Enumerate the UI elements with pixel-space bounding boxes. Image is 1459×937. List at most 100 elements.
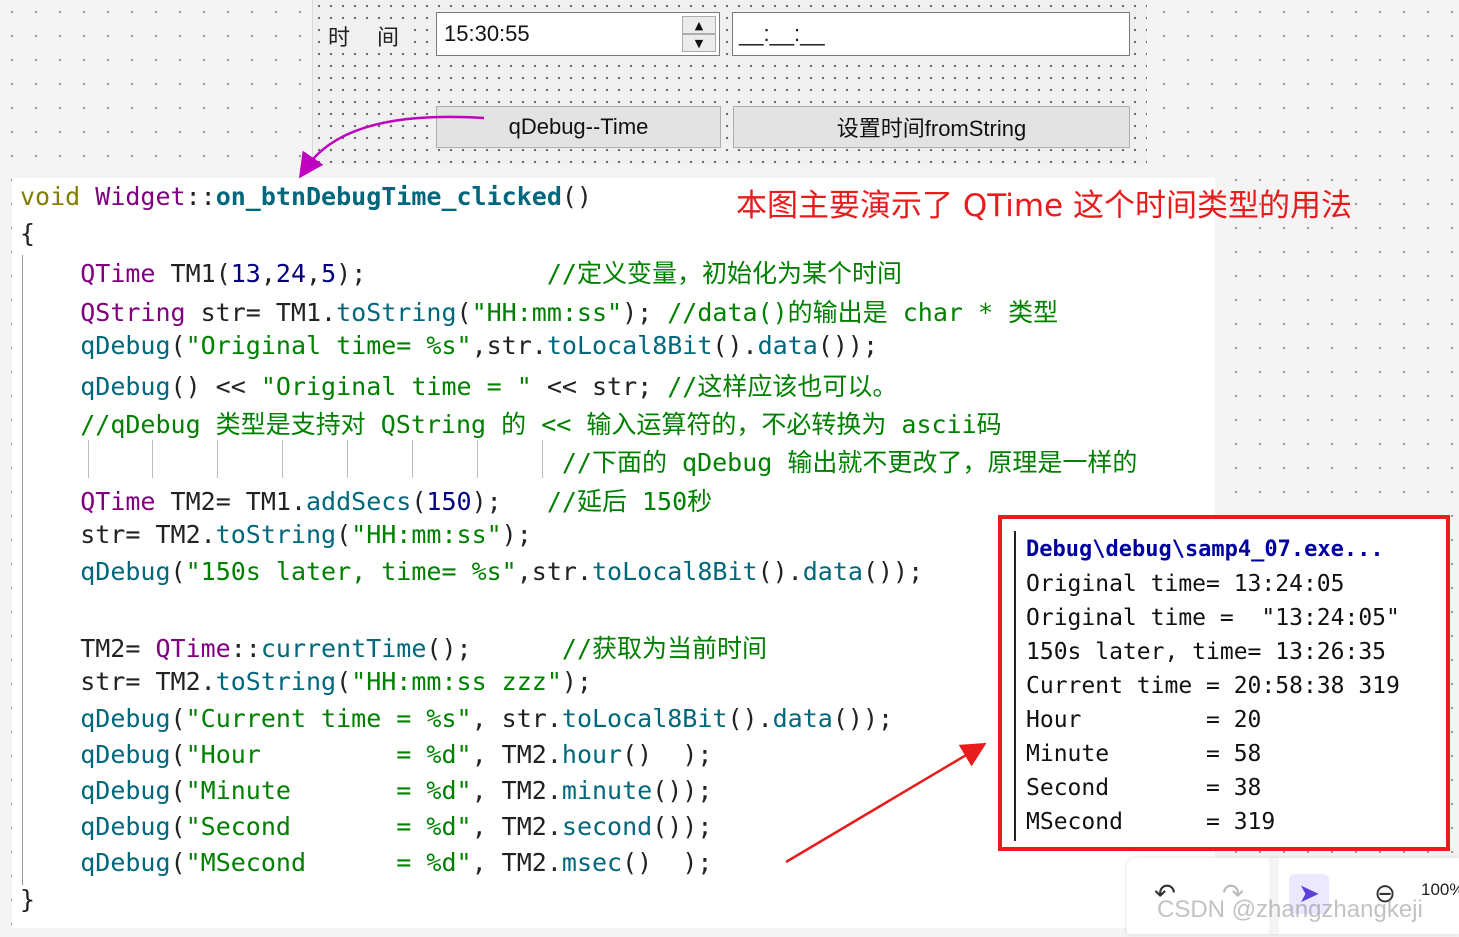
code-token: str= TM2. xyxy=(20,520,216,549)
code-token: , xyxy=(306,259,322,288)
code-token: qDebug xyxy=(80,776,171,805)
code-token: second xyxy=(561,812,653,841)
time-label: 时 间 xyxy=(328,20,409,52)
code-token: msec xyxy=(561,848,623,877)
code-token: 5 xyxy=(321,259,337,288)
code-token: (). xyxy=(712,331,758,360)
code-token: "Original time = " xyxy=(260,372,532,401)
code-token: ); xyxy=(501,520,532,549)
code-token: str= TM2. xyxy=(20,667,216,696)
code-line: QString str= TM1.toString("HH:mm:ss"); /… xyxy=(20,293,1058,329)
code-token: ( xyxy=(170,776,186,805)
console-line: Current time = 20:58:38 319 xyxy=(1026,673,1400,699)
code-token: , TM2. xyxy=(471,740,562,769)
code-token: QTime xyxy=(155,634,231,663)
spin-up-icon[interactable]: ▲ xyxy=(682,16,716,34)
code-token: () ); xyxy=(622,848,713,877)
code-token: toLocal8Bit xyxy=(546,331,713,360)
code-token: ( xyxy=(170,331,186,360)
code-token: on_btnDebugTime_clicked xyxy=(215,182,562,211)
code-token: QTime xyxy=(80,487,156,516)
code-line: QTime TM2= TM1.addSecs(150); //延后 150秒 xyxy=(20,482,712,518)
code-token: data xyxy=(772,704,833,733)
code-token: () ); xyxy=(622,740,713,769)
code-token: "150s later, time= %s" xyxy=(185,557,517,586)
code-line: qDebug("Original time= %s",str.toLocal8B… xyxy=(20,331,878,360)
code-token: 150 xyxy=(426,487,472,516)
code-line: //下面的 qDebug 输出就不更改了，原理是一样的 xyxy=(20,443,1138,479)
debug-time-button[interactable]: qDebug--Time xyxy=(436,106,721,148)
code-token: minute xyxy=(561,776,653,805)
annotation-note: 本图主要演示了 QTime 这个时间类型的用法 xyxy=(736,188,1352,224)
code-token: , str. xyxy=(471,704,562,733)
code-token: ()); xyxy=(652,776,713,805)
time-mask-value[interactable]: __:__:__ xyxy=(739,21,825,47)
code-token: (). xyxy=(757,557,803,586)
code-token: hour xyxy=(561,740,623,769)
code-token: ()); xyxy=(817,331,879,360)
code-token: str= TM1. xyxy=(185,298,337,327)
code-token: currentTime xyxy=(260,634,427,663)
console-line: Original time= 13:24:05 xyxy=(1026,571,1345,597)
code-token: "HH:mm:ss zzz" xyxy=(351,667,562,696)
code-token: toLocal8Bit xyxy=(592,557,758,586)
code-token: , xyxy=(260,259,276,288)
code-token: ( xyxy=(456,298,472,327)
code-token: ); xyxy=(471,487,547,516)
code-line: //qDebug 类型是支持对 QString 的 << 输入运算符的，不必转换… xyxy=(20,405,1002,441)
code-line: qDebug() << "Original time = " << str; /… xyxy=(20,367,897,403)
code-token: { xyxy=(20,219,36,248)
watermark: CSDN @zhangzhangkeji xyxy=(1157,896,1423,923)
set-time-from-string-button[interactable]: 设置时间fromString xyxy=(733,106,1130,148)
code-token: 24 xyxy=(275,259,307,288)
code-line: str= TM2.toString("HH:mm:ss"); xyxy=(20,520,532,549)
code-token: , TM2. xyxy=(471,848,562,877)
code-token: toLocal8Bit xyxy=(561,704,728,733)
code-token: qDebug xyxy=(80,848,171,877)
code-line: { xyxy=(20,219,35,248)
code-token: (). xyxy=(727,704,773,733)
code-token: "MSecond = %d" xyxy=(185,848,472,877)
code-token: ()); xyxy=(652,812,713,841)
code-line: qDebug("Current time = %s", str.toLocal8… xyxy=(20,704,893,733)
code-line: qDebug("MSecond = %d", TM2.msec() ); xyxy=(20,848,712,877)
code-token: TM2= TM1. xyxy=(155,487,306,516)
code-token: ( xyxy=(170,812,186,841)
code-line: qDebug("Minute = %d", TM2.minute()); xyxy=(20,776,712,805)
time-spinbox-value[interactable]: 15:30:55 xyxy=(444,21,530,47)
code-token: << str; xyxy=(531,372,668,401)
code-token: , TM2. xyxy=(471,776,562,805)
console-title: Debug\debug\samp4_07.exe... xyxy=(1026,537,1384,562)
code-token: qDebug xyxy=(80,372,171,401)
console-line: Minute = 58 xyxy=(1026,741,1262,767)
console-line: Original time = "13:24:05" xyxy=(1026,605,1400,631)
code-token: //qDebug 类型是支持对 QString 的 << 输入运算符的，不必转换… xyxy=(80,410,1002,439)
spin-down-icon[interactable]: ▼ xyxy=(682,34,716,52)
zoom-level[interactable]: 100% xyxy=(1421,880,1459,900)
code-token: "Current time = %s" xyxy=(185,704,472,733)
code-token: toString xyxy=(336,298,457,327)
time-spinbox[interactable]: 15:30:55 ▲ ▼ xyxy=(436,12,720,56)
code-token: "Hour = %d" xyxy=(185,740,472,769)
code-token: ,str. xyxy=(516,557,592,586)
code-token: ,str. xyxy=(471,331,547,360)
code-token: data xyxy=(802,557,863,586)
console-line: 150s later, time= 13:26:35 xyxy=(1026,639,1387,665)
code-token: "HH:mm:ss" xyxy=(471,298,623,327)
time-mask-input[interactable]: __:__:__ xyxy=(732,12,1130,56)
code-token: "Minute = %d" xyxy=(185,776,472,805)
code-token: addSecs xyxy=(306,487,412,516)
console-line: MSecond = 319 xyxy=(1026,809,1276,835)
code-line: QTime TM1(13,24,5); //定义变量，初始化为某个时间 xyxy=(20,254,902,290)
code-token: ( xyxy=(170,704,186,733)
code-token: QString xyxy=(80,298,186,327)
code-token: , TM2. xyxy=(471,812,562,841)
code-token: toString xyxy=(215,520,337,549)
code-token: ); xyxy=(561,667,592,696)
